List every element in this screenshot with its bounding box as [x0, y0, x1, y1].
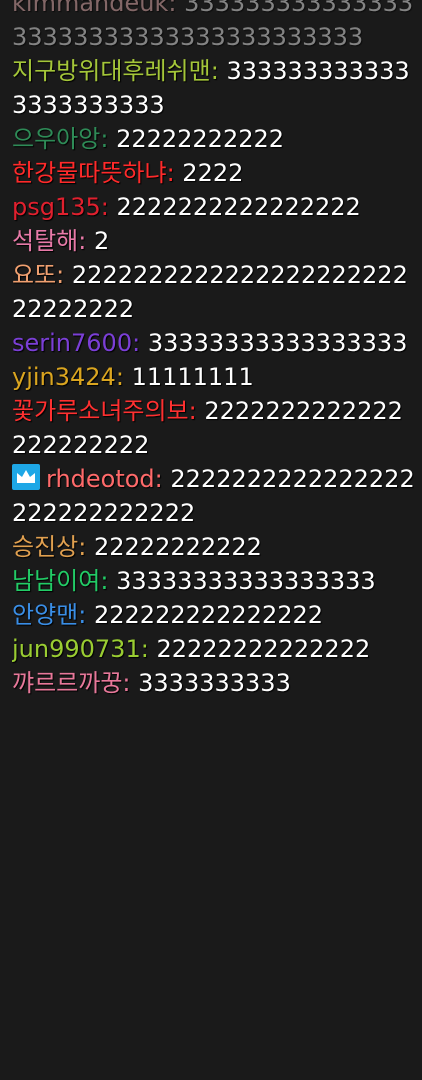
chat-username[interactable]: serin7600	[12, 329, 132, 357]
chat-message: serin7600: 33333333333333333	[12, 326, 416, 360]
chat-separator: :	[78, 601, 87, 629]
chat-message: 지구방위대후레쉬맨: 3333333333333333333333	[12, 54, 416, 122]
chat-separator: :	[154, 465, 163, 493]
chat-message: rhdeotod: 2222222222222222222222222222	[12, 462, 416, 530]
chat-username[interactable]: 석탈해	[12, 227, 78, 255]
chat-username[interactable]: 꽃가루소녀주의보	[12, 397, 189, 425]
chat-separator: :	[210, 57, 219, 85]
chat-message: jun990731: 22222222222222	[12, 632, 416, 666]
chat-separator: :	[115, 363, 124, 391]
chat-message: 으우아앙: 22222222222	[12, 122, 416, 156]
chat-username[interactable]: psg135	[12, 193, 101, 221]
chat-separator: :	[122, 669, 131, 697]
chat-message: psg135: 2222222222222222	[12, 190, 416, 224]
chat-username[interactable]: 꺄르르까꿍	[12, 669, 122, 697]
chat-separator: :	[78, 533, 87, 561]
chat-message-text: 2222	[182, 159, 244, 187]
chat-username[interactable]: 승진상	[12, 533, 78, 561]
chat-separator: :	[100, 125, 109, 153]
chat-separator: :	[100, 193, 109, 221]
chat-separator: :	[132, 329, 141, 357]
chat-message-text: 2	[93, 227, 110, 255]
chat-username[interactable]: 으우아앙	[12, 125, 100, 153]
chat-message-text: 2222222222222222	[116, 193, 361, 221]
chat-username[interactable]: 남남이여	[12, 567, 100, 595]
chat-message-text: 22222222222	[93, 533, 262, 561]
chat-username[interactable]: yjin3424	[12, 363, 116, 391]
chat-username[interactable]: 한강물따뜻하냐	[12, 159, 167, 187]
chat-username[interactable]: jun990731	[12, 635, 141, 663]
chat-message: 안양맨: 222222222222222	[12, 598, 416, 632]
chat-username[interactable]: 지구방위대후레쉬맨	[12, 57, 211, 85]
chat-message-text: 22222222222	[116, 125, 285, 153]
chat-message: 승진상: 22222222222	[12, 530, 416, 564]
chat-message: 석탈해: 2	[12, 224, 416, 258]
chat-username[interactable]: kimmandeuk	[12, 0, 168, 17]
crown-icon	[12, 464, 40, 490]
chat-separator: :	[188, 397, 197, 425]
chat-separator: :	[168, 0, 177, 17]
chat-message-text: 222222222222222222222222222222	[12, 261, 408, 323]
chat-message: 꽃가루소녀주의보: 2222222222222222222222	[12, 394, 416, 462]
chat-message-text: 33333333333333333	[147, 329, 408, 357]
chat-message: 남남이여: 33333333333333333	[12, 564, 416, 598]
chat-message-text: 33333333333333333	[116, 567, 376, 595]
chat-message-text: 22222222222222	[156, 635, 371, 663]
chat-message: 요또: 222222222222222222222222222222	[12, 258, 416, 326]
chat-message-text: 222222222222222	[93, 601, 324, 629]
chat-username[interactable]: 요또	[12, 261, 56, 289]
chat-message-text: 3333333333	[138, 669, 291, 697]
chat-message: 꺄르르까꿍: 3333333333	[12, 666, 416, 700]
chat-log: kimmandeuk: 3333333333333333333333333333…	[12, 0, 416, 1080]
chat-message: yjin3424: 11111111	[12, 360, 416, 394]
chat-separator: :	[78, 227, 87, 255]
chat-separator: :	[56, 261, 65, 289]
chat-separator: :	[100, 567, 109, 595]
chat-username[interactable]: rhdeotod	[46, 465, 155, 493]
chat-message-text: 11111111	[131, 363, 254, 391]
chat-message: kimmandeuk: 3333333333333333333333333333…	[12, 0, 416, 54]
chat-message: 한강물따뜻하냐: 2222	[12, 156, 416, 190]
chat-username[interactable]: 안양맨	[12, 601, 78, 629]
chat-separator: :	[140, 635, 149, 663]
chat-separator: :	[166, 159, 175, 187]
